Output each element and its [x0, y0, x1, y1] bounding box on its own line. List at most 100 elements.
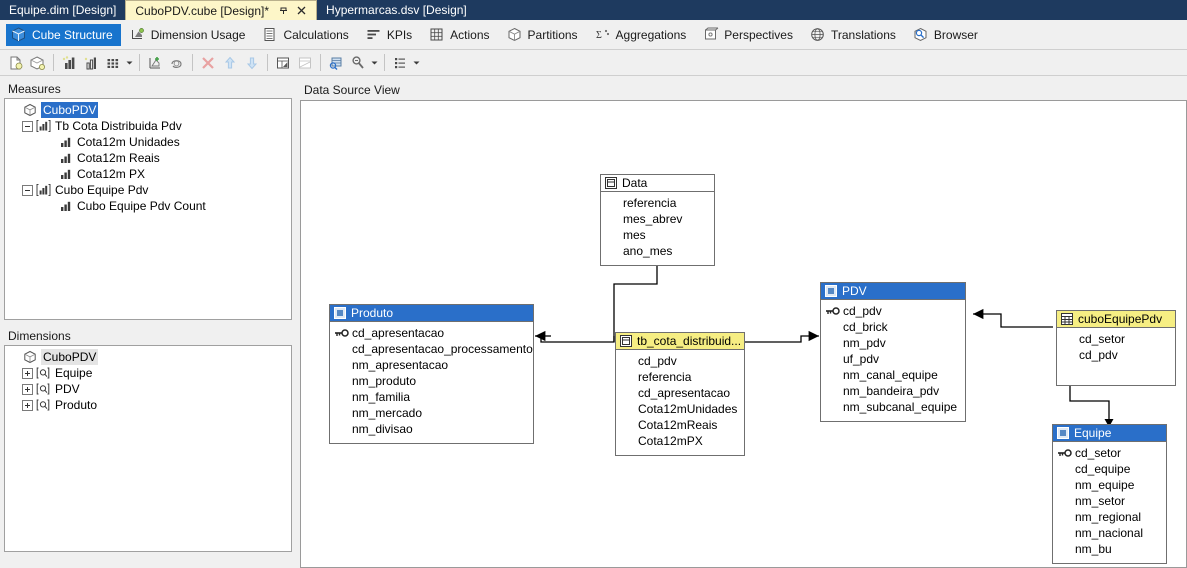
- dsv-column-row[interactable]: nm_setor: [1053, 493, 1166, 509]
- dsv-column-row[interactable]: cd_setor: [1057, 331, 1175, 347]
- tab-calculations[interactable]: Calculations: [257, 24, 356, 46]
- tree-item-cota12m-reais[interactable]: Cota12m Reais: [8, 150, 291, 166]
- tree-item-tb-cota-distribuida-pdv[interactable]: Tb Cota Distribuida Pdv: [8, 118, 291, 134]
- dsv-column-row[interactable]: mes: [601, 227, 714, 243]
- tab-kpis[interactable]: KPIs: [361, 24, 420, 46]
- show-diagram-icon[interactable]: [272, 52, 294, 74]
- dsv-table-header[interactable]: Equipe: [1053, 425, 1166, 442]
- dsv-column-row[interactable]: referencia: [616, 369, 744, 385]
- dsv-table-tb-cota-distribuida[interactable]: tb_cota_distribuid... cd_pdv referencia …: [615, 332, 745, 456]
- document-tab-hypermarcas-dsv[interactable]: Hypermarcas.dsv [Design]: [317, 0, 476, 20]
- dsv-table-header[interactable]: tb_cota_distribuid...: [616, 333, 744, 350]
- expand-expander-icon[interactable]: [22, 399, 33, 411]
- tree-item-cubopdv-dimensions[interactable]: CuboPDV: [8, 349, 291, 365]
- dsv-column-row[interactable]: ano_mes: [601, 243, 714, 259]
- dsv-column-row[interactable]: nm_familia: [330, 389, 533, 405]
- tab-cube-structure[interactable]: Cube Structure: [6, 23, 121, 46]
- pin-icon[interactable]: [278, 5, 289, 16]
- tree-item-cota12m-unidades[interactable]: Cota12m Unidades: [8, 134, 291, 150]
- show-measures-grid-icon[interactable]: [58, 52, 80, 74]
- dsv-column-row[interactable]: nm_bu: [1053, 541, 1166, 557]
- tree-item-cubopdv-measures[interactable]: CuboPDV: [8, 102, 291, 118]
- tab-browser[interactable]: Browser: [908, 24, 986, 46]
- show-measures-tree-icon[interactable]: [80, 52, 102, 74]
- tree-item-cubo-equipe-pdv-count[interactable]: Cubo Equipe Pdv Count: [8, 198, 291, 214]
- dsv-table-data[interactable]: Data referencia mes_abrev mes ano_mes: [600, 174, 715, 266]
- show-table-icon[interactable]: [294, 52, 316, 74]
- dimensions-tree[interactable]: CuboPDV Equipe PDV Produto: [4, 345, 292, 552]
- delete-icon[interactable]: [197, 52, 219, 74]
- dsv-column-row[interactable]: cd_pdv: [616, 353, 744, 369]
- dsv-table-header[interactable]: Data: [601, 175, 714, 192]
- tree-item-dimension-equipe[interactable]: Equipe: [8, 365, 291, 381]
- expand-expander-icon[interactable]: [22, 383, 33, 395]
- dsv-column-row[interactable]: nm_mercado: [330, 405, 533, 421]
- collapse-expander-icon[interactable]: [22, 184, 33, 196]
- collapse-expander-icon[interactable]: [22, 120, 33, 132]
- dsv-column-row[interactable]: nm_subcanal_equipe: [821, 399, 965, 415]
- dsv-column-row[interactable]: nm_regional: [1053, 509, 1166, 525]
- zoom-dropdown-caret-icon[interactable]: [369, 52, 380, 74]
- dsv-table-pdv[interactable]: PDV cd_pdv cd_brick nm_pdv uf_pdv nm_can…: [820, 282, 966, 422]
- grid-view-dropdown-caret-icon[interactable]: [124, 52, 135, 74]
- dsv-diagram-canvas[interactable]: Data referencia mes_abrev mes ano_mes Pr…: [300, 100, 1187, 568]
- measures-tree[interactable]: CuboPDV Tb Cota Distribuida Pdv Cota12m …: [4, 98, 292, 320]
- tab-perspectives[interactable]: Perspectives: [698, 24, 801, 46]
- close-icon[interactable]: [296, 5, 307, 16]
- dsv-column-name: cd_pdv: [1079, 348, 1118, 362]
- tab-partitions[interactable]: Partitions: [502, 24, 586, 46]
- dsv-column-row[interactable]: nm_nacional: [1053, 525, 1166, 541]
- tree-item-cubo-equipe-pdv[interactable]: Cubo Equipe Pdv: [8, 182, 291, 198]
- document-tab-equipe-dim[interactable]: Equipe.dim [Design]: [0, 0, 125, 20]
- tree-item-cota12m-px[interactable]: Cota12m PX: [8, 166, 291, 182]
- tab-translations[interactable]: Translations: [805, 24, 904, 46]
- tab-actions[interactable]: Actions: [424, 24, 497, 46]
- dsv-table-produto[interactable]: Produto cd_apresentacao cd_apresentacao_…: [329, 304, 534, 444]
- new-measure-icon[interactable]: [5, 52, 27, 74]
- dsv-column-row[interactable]: cd_setor: [1053, 445, 1166, 461]
- dsv-column-row[interactable]: referencia: [601, 195, 714, 211]
- layout-icon[interactable]: [389, 52, 411, 74]
- dsv-column-row[interactable]: cd_brick: [821, 319, 965, 335]
- dsv-column-row[interactable]: Cota12mReais: [616, 417, 744, 433]
- dsv-column-row[interactable]: nm_produto: [330, 373, 533, 389]
- dsv-column-row[interactable]: nm_canal_equipe: [821, 367, 965, 383]
- tab-dimension-usage[interactable]: Dimension Usage: [125, 24, 254, 46]
- new-measure-group-icon[interactable]: [27, 52, 49, 74]
- zoom-icon[interactable]: [347, 52, 369, 74]
- dsv-table-cuboequipepdv[interactable]: cuboEquipePdv cd_setor cd_pdv: [1056, 310, 1176, 386]
- dsv-column-name: cd_brick: [843, 320, 888, 334]
- dsv-column-row[interactable]: cd_apresentacao_processamento: [330, 341, 533, 357]
- layout-dropdown-caret-icon[interactable]: [411, 52, 422, 74]
- expand-expander-icon[interactable]: [22, 367, 33, 379]
- dsv-table-equipe[interactable]: Equipe cd_setor cd_equipe nm_equipe nm_s…: [1052, 424, 1167, 564]
- move-up-icon[interactable]: [219, 52, 241, 74]
- dsv-column-row[interactable]: cd_pdv: [821, 303, 965, 319]
- edit-dimension-icon[interactable]: [166, 52, 188, 74]
- dsv-table-header[interactable]: Produto: [330, 305, 533, 322]
- dsv-column-row[interactable]: cd_pdv: [1057, 347, 1175, 363]
- tab-aggregations[interactable]: Σ Aggregations: [590, 24, 695, 46]
- dsv-column-row[interactable]: nm_bandeira_pdv: [821, 383, 965, 399]
- actions-icon: [428, 26, 445, 43]
- grid-view-icon[interactable]: [102, 52, 124, 74]
- dsv-column-row[interactable]: nm_apresentacao: [330, 357, 533, 373]
- dsv-column-row[interactable]: mes_abrev: [601, 211, 714, 227]
- add-cube-dimension-icon[interactable]: [144, 52, 166, 74]
- dsv-column-row[interactable]: cd_apresentacao: [616, 385, 744, 401]
- dsv-column-row[interactable]: nm_divisao: [330, 421, 533, 437]
- dsv-column-row[interactable]: nm_equipe: [1053, 477, 1166, 493]
- dsv-column-row[interactable]: uf_pdv: [821, 351, 965, 367]
- document-tab-cubopdv-cube[interactable]: CuboPDV.cube [Design]*: [125, 0, 318, 20]
- dsv-column-row[interactable]: cd_equipe: [1053, 461, 1166, 477]
- dsv-column-row[interactable]: Cota12mUnidades: [616, 401, 744, 417]
- dsv-column-row[interactable]: nm_pdv: [821, 335, 965, 351]
- tree-item-dimension-produto[interactable]: Produto: [8, 397, 291, 413]
- dsv-column-row[interactable]: Cota12mPX: [616, 433, 744, 449]
- dsv-table-header[interactable]: cuboEquipePdv: [1057, 311, 1175, 328]
- move-down-icon[interactable]: [241, 52, 263, 74]
- tree-item-dimension-pdv[interactable]: PDV: [8, 381, 291, 397]
- find-table-icon[interactable]: [325, 52, 347, 74]
- dsv-column-row[interactable]: cd_apresentacao: [330, 325, 533, 341]
- dsv-table-header[interactable]: PDV: [821, 283, 965, 300]
